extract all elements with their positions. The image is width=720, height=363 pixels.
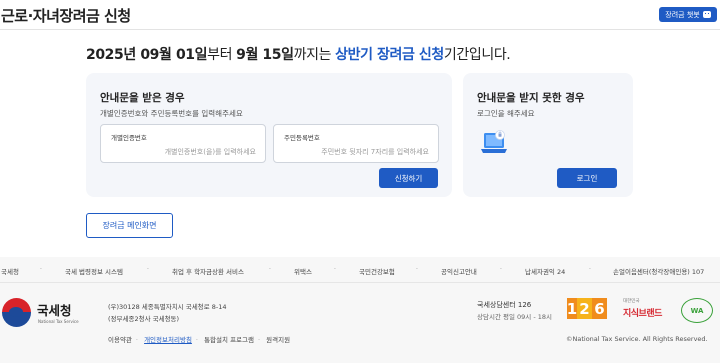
link-separator: · — [135, 336, 138, 344]
brand-small-text: 대한민국 — [623, 299, 640, 304]
footer-link-separator: · — [589, 266, 591, 273]
footer-link-separator: · — [269, 266, 271, 273]
address-line-1: (우)30128 세종특별자치시 국세청로 8-14 — [108, 303, 227, 311]
nts-english-name: National Tax Service — [38, 319, 79, 324]
end-date: 9월 15일 — [236, 47, 294, 63]
footer-link-wetax[interactable]: 위택스 — [294, 266, 312, 276]
footer-link-separator: · — [500, 266, 502, 273]
chatbot-label: 장려금 챗봇 — [665, 10, 700, 19]
install-program-link[interactable]: 통합설치 프로그램 — [204, 336, 254, 344]
address-line-2: (정부세종2청사 국세청동) — [108, 315, 180, 323]
web-accessibility-badge: WA — [681, 298, 713, 323]
remote-support-link[interactable]: 원격지원 — [266, 336, 290, 344]
badge-digit: 6 — [592, 298, 607, 319]
footer-link-separator: · — [147, 266, 149, 273]
footer-link-separator: · — [334, 266, 336, 273]
chatbot-button[interactable]: 장려금 챗봇 — [659, 7, 717, 22]
rrn-label: 주민등록번호 — [284, 134, 320, 142]
footer-link-taxpayer-rights[interactable]: 납세자권익 24 — [525, 266, 565, 276]
copyright: ©National Tax Service. All Rights Reserv… — [566, 335, 708, 343]
link-separator: · — [257, 336, 261, 344]
until-text: 까지는 — [293, 47, 336, 63]
laptop-icon — [481, 130, 507, 153]
auth-number-label: 개별인증번호 — [111, 134, 147, 142]
footer: 국세청 · 국세 법령정보 시스템 · 취업 후 학자금상환 서비스 · 위택스… — [0, 257, 720, 363]
nts-logo: 국세청 National Tax Service — [2, 298, 79, 328]
wa-badge-text: WA — [690, 306, 704, 315]
policy-links: 이용약관 · 개인정보처리방침 · 통합설치 프로그램 · 원격지원 — [108, 334, 294, 344]
footer-links: 국세청 · 국세 법령정보 시스템 · 취업 후 학자금상환 서비스 · 위택스… — [0, 257, 720, 283]
badge-digit: 1 — [566, 298, 578, 319]
link-separator: · — [195, 336, 198, 344]
received-card-description: 개별인증번호와 주민등록번호를 입력해주세요 — [100, 109, 243, 118]
period-name: 상반기 장려금 신청 — [335, 47, 444, 63]
no-notice-card-title: 안내문을 받지 못한 경우 — [477, 92, 585, 104]
period-headline: 2025년 09월 01일부터 9월 15일까지는 상반기 장려금 신청기간입니… — [86, 44, 511, 64]
apply-button[interactable]: 신청하기 — [379, 168, 438, 188]
page-title: 근로·자녀장려금 신청 — [1, 7, 131, 25]
rrn-field[interactable]: 주민등록번호 주민번호 뒷자리 7자리를 입력하세요 — [273, 124, 439, 163]
brand-main-text: 지식브랜드 — [623, 309, 662, 319]
nts-name: 국세청 — [37, 303, 72, 318]
robot-icon — [702, 11, 711, 18]
start-date: 2025년 09월 01일 — [86, 47, 208, 63]
call-center-title: 국세상담센터 126 — [477, 301, 532, 309]
incentive-main-button[interactable]: 장려금 메인화면 — [86, 213, 173, 238]
auth-number-field[interactable]: 개별인증번호 개별인증번호(을)를 입력하세요 — [100, 124, 266, 163]
footer-link-separator: · — [40, 266, 42, 273]
login-button[interactable]: 로그인 — [557, 168, 617, 188]
suffix-text: 기간입니다. — [443, 47, 511, 63]
footer-link-sign-center[interactable]: 손얼이음센터(청각장애인용) 107 — [613, 266, 704, 276]
received-notice-card: 안내문을 받은 경우 개별인증번호와 주민등록번호를 입력해주세요 개별인증번호… — [86, 73, 452, 197]
auth-number-placeholder: 개별인증번호(을)를 입력하세요 — [164, 148, 256, 156]
knowledge-brand-logo: 대한민국 지식브랜드 — [623, 298, 671, 322]
privacy-link[interactable]: 개인정보처리방침 — [144, 336, 192, 344]
no-notice-card-description: 로그인을 해주세요 — [477, 109, 535, 118]
footer-link-student-loan[interactable]: 취업 후 학자금상환 서비스 — [172, 266, 244, 276]
top-bar: 근로·자녀장려금 신청 장려금 챗봇 — [0, 0, 720, 30]
footer-link-separator: · — [416, 266, 418, 273]
nts-emblem-icon — [2, 298, 31, 327]
rrn-placeholder: 주민번호 뒷자리 7자리를 입력하세요 — [321, 148, 429, 156]
badge-digit: 2 — [577, 298, 592, 319]
no-notice-card: 안내문을 받지 못한 경우 로그인을 해주세요 로그인 — [463, 73, 633, 197]
call-center-hours: 상담시간 평일 09시 - 18시 — [477, 313, 552, 321]
from-text: 부터 — [207, 47, 237, 63]
footer-link-nhis[interactable]: 국민건강보험 — [359, 266, 395, 276]
footer-link-law[interactable]: 국세 법령정보 시스템 — [65, 266, 123, 276]
footer-link-nts[interactable]: 국세청 — [1, 266, 19, 276]
received-card-title: 안내문을 받은 경우 — [100, 92, 185, 104]
footer-link-whistleblow[interactable]: 공익신고안내 — [441, 266, 477, 276]
terms-link[interactable]: 이용약관 — [108, 336, 132, 344]
call-126-logo: 1 2 6 — [567, 298, 607, 319]
